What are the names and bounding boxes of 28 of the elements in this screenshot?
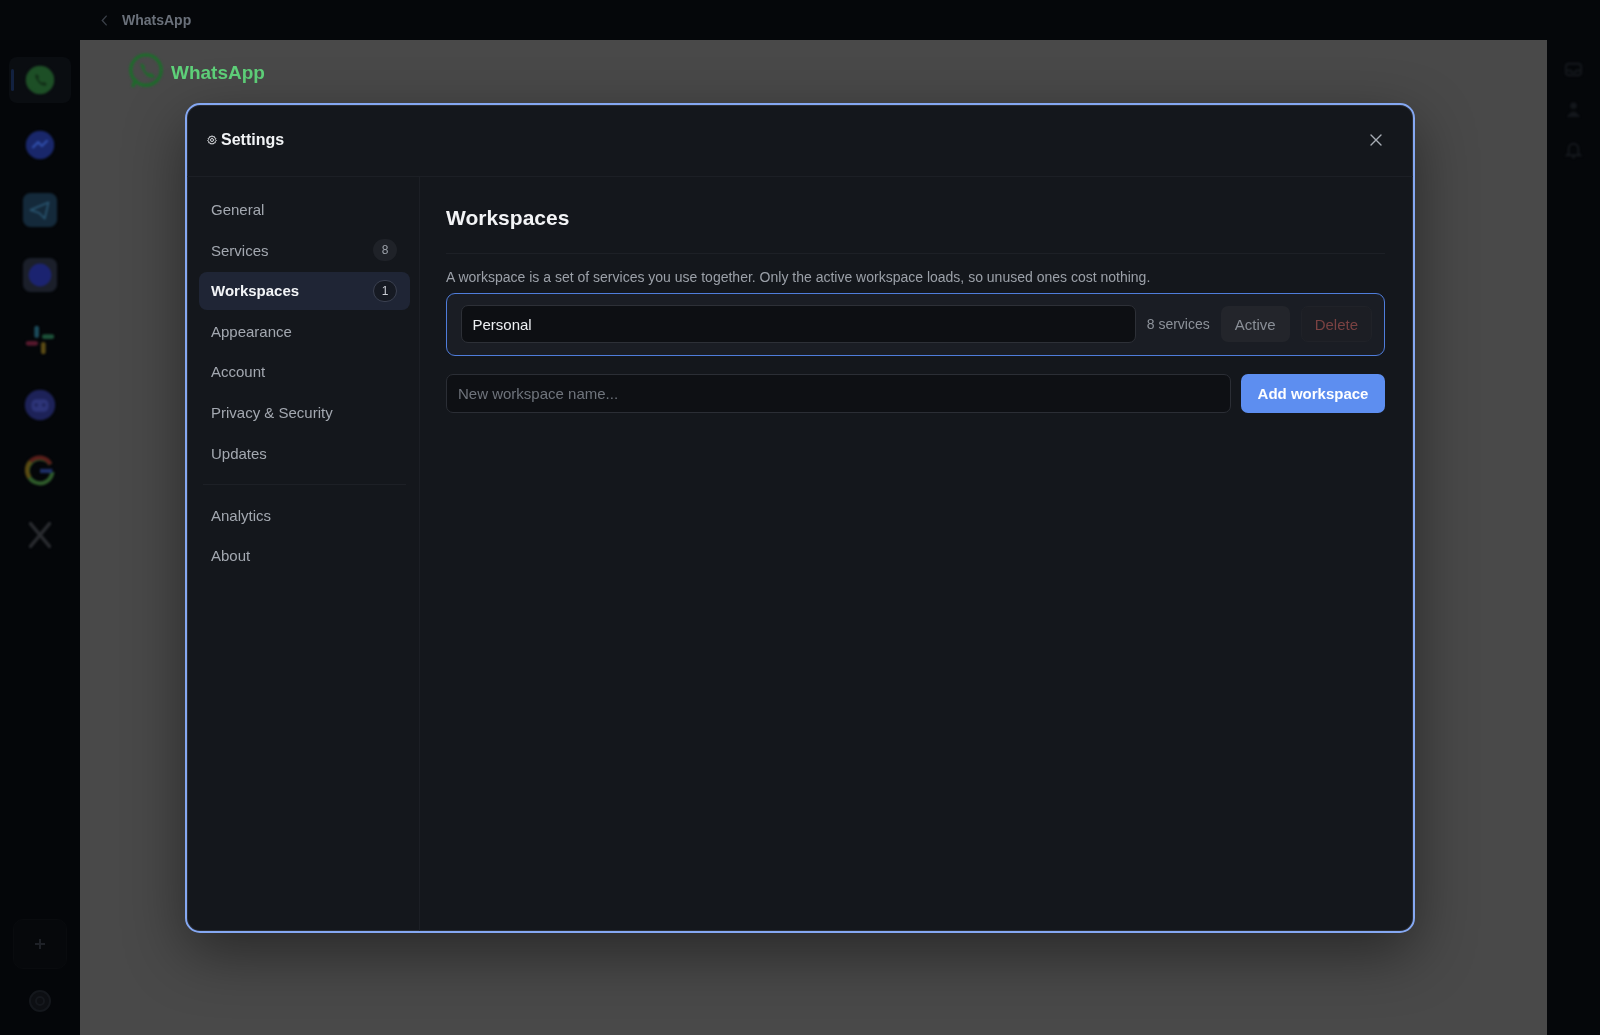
settings-nav-item[interactable]: Appearance xyxy=(199,312,410,351)
chat-phone-icon xyxy=(127,52,165,90)
settings-nav-item[interactable]: Account xyxy=(199,352,410,391)
count-badge: 1 xyxy=(373,279,397,302)
service-tab[interactable] xyxy=(9,57,71,103)
settings-nav-item[interactable]: Updates xyxy=(199,434,410,473)
settings-nav-item[interactable]: Privacy & Security xyxy=(199,393,410,432)
settings-nav-item[interactable]: General xyxy=(199,190,410,229)
close-icon xyxy=(1370,134,1382,146)
gear-icon xyxy=(207,135,217,145)
settings-nav-item[interactable]: Services 8 xyxy=(199,231,410,270)
workspace-name-field[interactable]: Personal xyxy=(460,305,1136,343)
paper-plane-icon xyxy=(21,191,59,229)
service-count: 8 services xyxy=(1146,316,1210,332)
section-heading: Workspaces xyxy=(446,204,571,231)
settings-nav-item[interactable]: About xyxy=(199,536,410,575)
circle-tile-icon xyxy=(21,256,59,294)
dialog-title: Settings xyxy=(221,131,285,149)
plus-icon xyxy=(34,938,46,950)
count-badge: 8 xyxy=(373,239,397,262)
service-title: WhatsApp xyxy=(122,12,192,28)
new-workspace-field[interactable]: New workspace name... xyxy=(446,373,1231,413)
chevron-left-icon[interactable] xyxy=(101,14,108,26)
add-service-button[interactable] xyxy=(13,919,67,969)
settings-nav-item[interactable]: Workspaces 1 xyxy=(199,271,410,310)
brand-name: WhatsApp xyxy=(171,62,265,84)
section-description: A workspace is a set of services you use together. Only the active workspace loads, so unused ones cost nothing. xyxy=(446,267,1152,286)
settings-nav-item[interactable]: Analytics xyxy=(199,496,410,535)
